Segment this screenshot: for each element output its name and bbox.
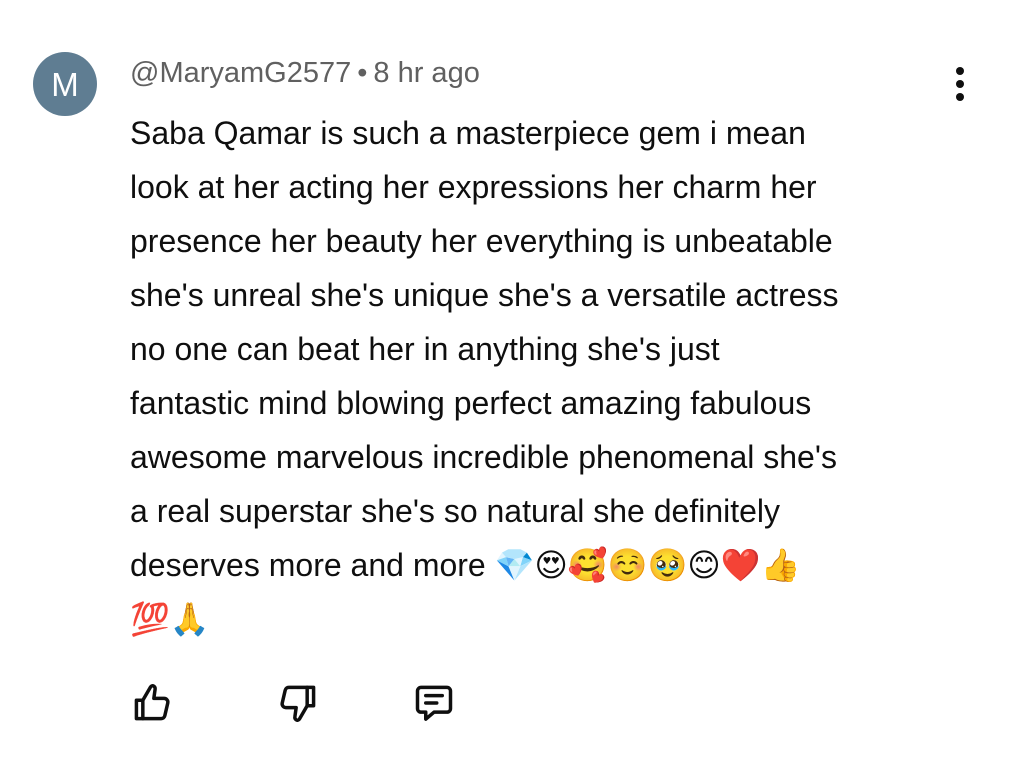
avatar-initial: M (51, 65, 79, 103)
author-handle[interactable]: @MaryamG2577 (130, 57, 351, 89)
comment-line: look at her acting her expressions her c… (130, 169, 817, 205)
comment-line: fantastic mind blowing perfect amazing f… (130, 385, 812, 421)
comment-line: no one can beat her in anything she's ju… (130, 331, 720, 367)
avatar[interactable]: M (33, 52, 97, 116)
comment-line: deserves more and more (130, 547, 486, 583)
comment-line: a real superstar she's so natural she de… (130, 493, 781, 529)
comment-line-with-emojis: deserves more and more 💎😍🥰☺️🥹😊❤️👍 (130, 538, 1000, 592)
comment-timestamp[interactable]: 8 hr ago (373, 57, 479, 89)
thumbs-down-icon (280, 685, 316, 722)
dislike-button[interactable] (270, 675, 326, 731)
more-vert-icon (956, 67, 964, 75)
header-separator: • (357, 57, 368, 89)
more-options-button[interactable] (940, 60, 980, 108)
comment-line: she's unreal she's unique she's a versat… (130, 277, 839, 313)
comment-text: Saba Qamar is such a masterpiece gem i m… (130, 106, 1000, 646)
comment-header: @MaryamG2577 • 8 hr ago (130, 57, 480, 90)
like-button[interactable] (124, 675, 180, 731)
comment-line: 💯🙏 (130, 592, 1000, 646)
comment-line: Saba Qamar is such a masterpiece gem i m… (130, 115, 806, 151)
thumbs-up-icon (134, 684, 170, 721)
comment-line: awesome marvelous incredible phenomenal … (130, 439, 837, 475)
comment-line: presence her beauty her everything is un… (130, 223, 833, 259)
reply-button[interactable] (406, 675, 462, 731)
emoji-group: 💎😍🥰☺️🥹😊❤️👍 (494, 546, 801, 584)
emoji-group: 💯🙏 (130, 600, 210, 638)
reply-comment-icon (415, 685, 453, 721)
comment-actions (0, 675, 1024, 731)
